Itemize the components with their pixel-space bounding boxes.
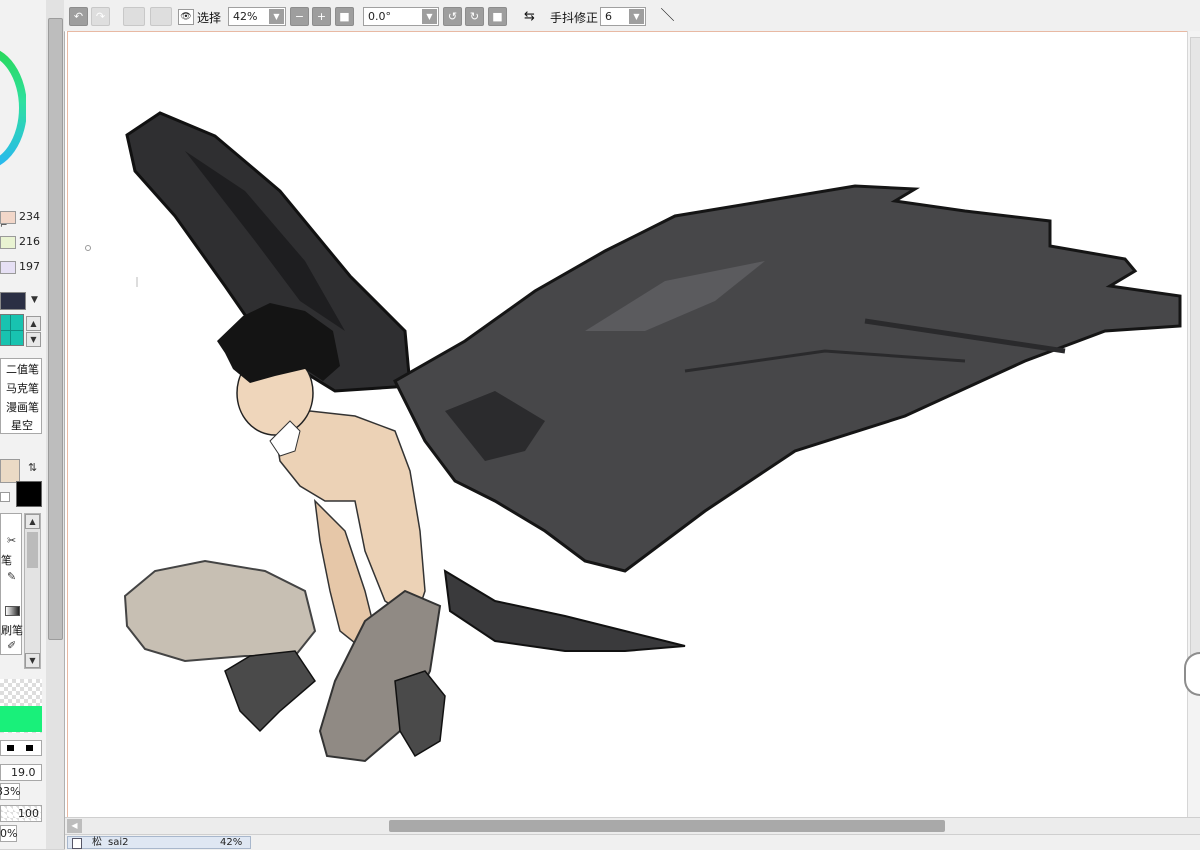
primary-color-swatch[interactable] [16,481,42,507]
stabilizer-value: 6 [605,10,612,23]
rotate-left-button[interactable]: ↺ [443,7,462,26]
brush-size-field[interactable]: 19.0 [0,764,42,781]
tool-list-scroll-thumb[interactable] [27,532,38,568]
brush-tool-binary-pen[interactable]: 二值笔 [6,361,39,377]
min-size-field[interactable]: 33% [0,783,20,800]
invert-selection-button[interactable] [150,7,172,26]
cursor-arrow-icon: ⌐ [0,221,8,231]
stabilizer-label: 手抖修正 [550,11,599,25]
left-tool-panel: 234 ⌐ 216 197 ▼ ▲ ▼ 二值笔 马克笔 漫画笔 星空 ⇅ ✂ 笔… [0,0,47,849]
brush-tool-starry[interactable]: 星空 [11,417,33,433]
undo-button[interactable]: ↶ [69,7,88,26]
color-wheel[interactable] [0,46,27,170]
rotation-combo[interactable]: 0.0° ▼ [363,7,439,26]
file-prefix: 松 [92,837,102,848]
zoom-reset-button[interactable]: ■ [335,7,354,26]
tool-list: ✂ 笔 ✎ 刷笔 ✐ [0,513,23,655]
tool-label-pen[interactable]: 笔 [1,552,12,568]
brush-shape-selector[interactable] [0,740,42,756]
file-icon [72,838,82,849]
zoom-dropdown-icon[interactable]: ▼ [269,9,284,24]
left-panel-scrollbar[interactable] [46,0,65,849]
line-tool-icon[interactable]: ＼ [658,7,677,26]
vertical-scrollbar[interactable] [1187,31,1200,817]
file-status-bar: 松 sai2 42% [65,834,1200,850]
stabilizer-combo[interactable]: 6 ▼ [600,7,646,26]
brush-size-value[interactable]: 19.0 [11,766,36,779]
density-value[interactable]: 100 [18,807,39,820]
brush-tool-manga-pen[interactable]: 漫画笔 [6,399,39,415]
zoom-combo[interactable]: 42% ▼ [228,7,286,26]
vertical-scroll-thumb[interactable] [1190,37,1200,679]
rotate-right-button[interactable]: ↻ [465,7,484,26]
pencil-icon[interactable]: ✎ [7,570,16,583]
artwork[interactable] [65,31,1185,817]
min-size-value[interactable]: 33% [0,785,20,798]
blue-slider[interactable] [0,261,16,274]
transparent-toggle[interactable] [0,492,10,502]
zoom-value: 42% [233,10,258,23]
redo-button[interactable]: ↷ [91,7,110,26]
eye-icon[interactable]: 👁 [178,9,194,25]
file-name: sai2 [108,837,129,848]
file-tab[interactable]: 松 sai2 42% [67,836,251,849]
scroll-left-icon[interactable]: ◀ [67,819,82,833]
color-set-dropdown-icon[interactable]: ▼ [31,295,38,305]
green-slider[interactable] [0,236,16,249]
brush-tool-marker[interactable]: 马克笔 [6,380,39,396]
brush-preview [0,679,42,733]
zoom-out-button[interactable]: − [290,7,309,26]
rotation-dropdown-icon[interactable]: ▼ [422,9,437,24]
green-value[interactable]: 216 [19,235,40,248]
tool-list-scroll-down[interactable]: ▼ [25,653,40,668]
selection-visibility-label: 选择 [197,11,222,25]
brush-icon[interactable]: ✐ [7,639,16,652]
red-value[interactable]: 234 [19,210,40,223]
top-toolbar: ↶ ↷ 👁 选择 42% ▼ − + ■ 0.0° ▼ ↺ ↻ ■ ⇆ 手抖修正… [64,0,1200,32]
swatch-scroll-down[interactable]: ▼ [26,332,41,347]
left-panel-scroll-thumb[interactable] [48,18,63,640]
rotation-reset-button[interactable]: ■ [488,7,507,26]
brush-tool-list: 二值笔 马克笔 漫画笔 星空 [0,358,42,434]
horizontal-scrollbar[interactable]: ◀ [65,817,1200,834]
zoom-in-button[interactable]: + [312,7,331,26]
tool-list-scroll-up[interactable]: ▲ [25,514,40,529]
blending-value[interactable]: 0% [0,827,17,840]
secondary-color-swatch[interactable] [0,459,20,483]
color-set-row[interactable] [0,292,26,310]
density-field[interactable]: 100 [0,805,42,822]
stabilizer-dropdown-icon[interactable]: ▼ [629,9,644,24]
rotation-value: 0.0° [368,10,391,23]
scissors-icon[interactable]: ✂ [7,534,16,547]
swap-colors-icon[interactable]: ⇅ [28,461,37,474]
tool-list-scrollbar[interactable]: ▲ ▼ [24,513,41,669]
tool-label-brush[interactable]: 刷笔 [1,622,23,638]
blue-value[interactable]: 197 [19,260,40,273]
flip-horizontal-icon[interactable]: ⇆ [520,7,539,26]
gradient-icon[interactable] [5,606,20,616]
horizontal-scroll-thumb[interactable] [389,820,945,832]
navigator-handle[interactable] [1184,652,1200,696]
blending-field[interactable]: 0% [0,825,17,842]
brush-color-stripe [0,706,42,732]
swatch-scroll-up[interactable]: ▲ [26,316,41,331]
color-swatch-grid[interactable] [0,314,24,346]
file-zoom: 42% [220,837,243,848]
deselect-button[interactable] [123,7,145,26]
